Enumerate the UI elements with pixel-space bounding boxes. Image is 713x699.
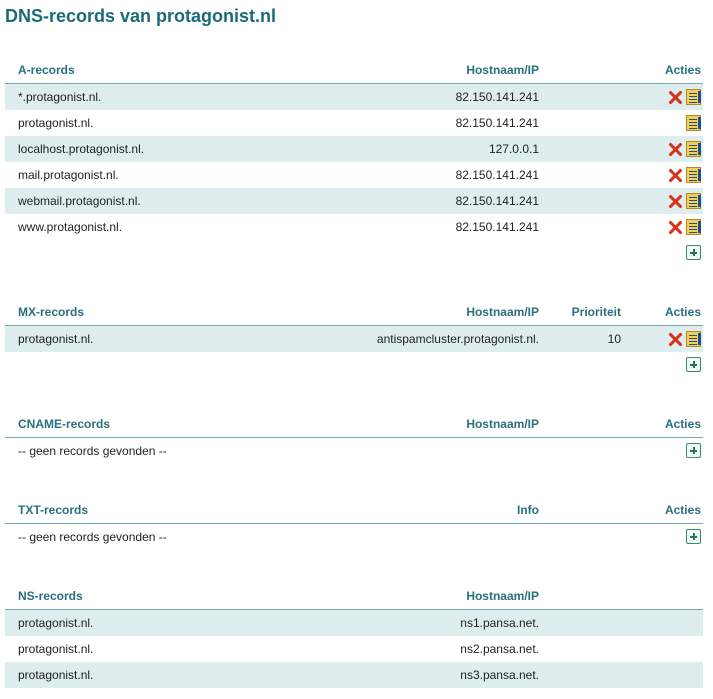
edit-icon[interactable] — [686, 167, 701, 183]
edit-icon[interactable] — [686, 219, 701, 235]
record-name: protagonist.nl. — [18, 116, 94, 130]
ns-records-heading: NS-records — [18, 589, 83, 603]
record-name: protagonist.nl. — [18, 616, 94, 630]
txt-records-section: TXT-records Info Acties -- geen records … — [5, 498, 703, 550]
table-row: protagonist.nl. ns3.pansa.net. — [5, 662, 703, 688]
record-host: 82.150.141.241 — [455, 168, 539, 182]
txt-records-heading: TXT-records — [18, 503, 89, 517]
record-name: mail.protagonist.nl. — [18, 168, 119, 182]
edit-icon[interactable] — [686, 89, 701, 105]
delete-icon[interactable] — [668, 142, 683, 157]
cname-records-section: CNAME-records Hostnaam/IP Acties -- geen… — [5, 412, 703, 464]
record-priority: 10 — [607, 332, 621, 346]
ns-records-section: NS-records Hostnaam/IP protagonist.nl. n… — [5, 584, 703, 688]
txt-records-actions-heading: Acties — [664, 503, 701, 517]
table-row: protagonist.nl. ns1.pansa.net. — [5, 610, 703, 636]
table-row: *.protagonist.nl. 82.150.141.241 — [5, 84, 703, 110]
mx-records-host-heading: Hostnaam/IP — [466, 305, 539, 319]
a-records-section: A-records Hostnaam/IP Acties *.protagoni… — [5, 58, 703, 266]
table-row: www.protagonist.nl. 82.150.141.241 — [5, 214, 703, 240]
record-host: 82.150.141.241 — [455, 194, 539, 208]
record-host: ns1.pansa.net. — [460, 616, 539, 630]
record-name: protagonist.nl. — [18, 668, 94, 682]
edit-icon[interactable] — [686, 141, 701, 157]
ns-records-header: NS-records Hostnaam/IP — [5, 584, 703, 610]
delete-icon[interactable] — [668, 168, 683, 183]
table-row: protagonist.nl. 82.150.141.241 — [5, 110, 703, 136]
a-records-add-row — [5, 240, 703, 266]
txt-records-info-heading: Info — [517, 503, 539, 517]
cname-records-host-heading: Hostnaam/IP — [466, 417, 539, 431]
edit-icon[interactable] — [686, 115, 701, 131]
record-host: ns2.pansa.net. — [460, 642, 539, 656]
record-name: *.protagonist.nl. — [18, 90, 102, 104]
delete-icon[interactable] — [668, 220, 683, 235]
table-row: protagonist.nl. antispamcluster.protagon… — [5, 326, 703, 352]
table-row: protagonist.nl. ns2.pansa.net. — [5, 636, 703, 662]
record-name: protagonist.nl. — [18, 642, 94, 656]
add-icon[interactable] — [686, 443, 701, 458]
delete-icon[interactable] — [668, 332, 683, 347]
a-records-header: A-records Hostnaam/IP Acties — [5, 58, 703, 84]
record-name: protagonist.nl. — [18, 332, 94, 346]
table-row: localhost.protagonist.nl. 127.0.0.1 — [5, 136, 703, 162]
empty-message: -- geen records gevonden -- — [18, 444, 167, 458]
record-name: webmail.protagonist.nl. — [18, 194, 141, 208]
record-host: 127.0.0.1 — [488, 142, 539, 156]
txt-records-header: TXT-records Info Acties — [5, 498, 703, 524]
mx-records-add-row — [5, 352, 703, 378]
delete-icon[interactable] — [668, 90, 683, 105]
edit-icon[interactable] — [686, 193, 701, 209]
table-row: webmail.protagonist.nl. 82.150.141.241 — [5, 188, 703, 214]
mx-records-actions-heading: Acties — [664, 305, 701, 319]
a-records-heading: A-records — [18, 63, 75, 77]
add-icon[interactable] — [686, 529, 701, 544]
table-row: mail.protagonist.nl. 82.150.141.241 — [5, 162, 703, 188]
cname-records-header: CNAME-records Hostnaam/IP Acties — [5, 412, 703, 438]
record-host: ns3.pansa.net. — [460, 668, 539, 682]
mx-records-header: MX-records Hostnaam/IP Prioriteit Acties — [5, 300, 703, 326]
empty-row: -- geen records gevonden -- — [5, 524, 703, 550]
record-name: localhost.protagonist.nl. — [18, 142, 145, 156]
add-icon[interactable] — [686, 245, 701, 260]
a-records-actions-heading: Acties — [664, 63, 701, 77]
edit-icon[interactable] — [686, 331, 701, 347]
empty-row: -- geen records gevonden -- — [5, 438, 703, 464]
ns-records-host-heading: Hostnaam/IP — [466, 589, 539, 603]
page-title: DNS-records van protagonist.nl — [5, 6, 277, 26]
mx-records-priority-heading: Prioriteit — [571, 305, 621, 319]
empty-message: -- geen records gevonden -- — [18, 530, 167, 544]
record-host: 82.150.141.241 — [455, 116, 539, 130]
mx-records-section: MX-records Hostnaam/IP Prioriteit Acties… — [5, 300, 703, 378]
cname-records-actions-heading: Acties — [664, 417, 701, 431]
delete-icon[interactable] — [668, 194, 683, 209]
mx-records-heading: MX-records — [18, 305, 85, 319]
record-host: antispamcluster.protagonist.nl. — [376, 332, 539, 346]
add-icon[interactable] — [686, 357, 701, 372]
record-host: 82.150.141.241 — [455, 90, 539, 104]
a-records-host-heading: Hostnaam/IP — [466, 63, 539, 77]
record-host: 82.150.141.241 — [455, 220, 539, 234]
cname-records-heading: CNAME-records — [18, 417, 111, 431]
record-name: www.protagonist.nl. — [18, 220, 123, 234]
